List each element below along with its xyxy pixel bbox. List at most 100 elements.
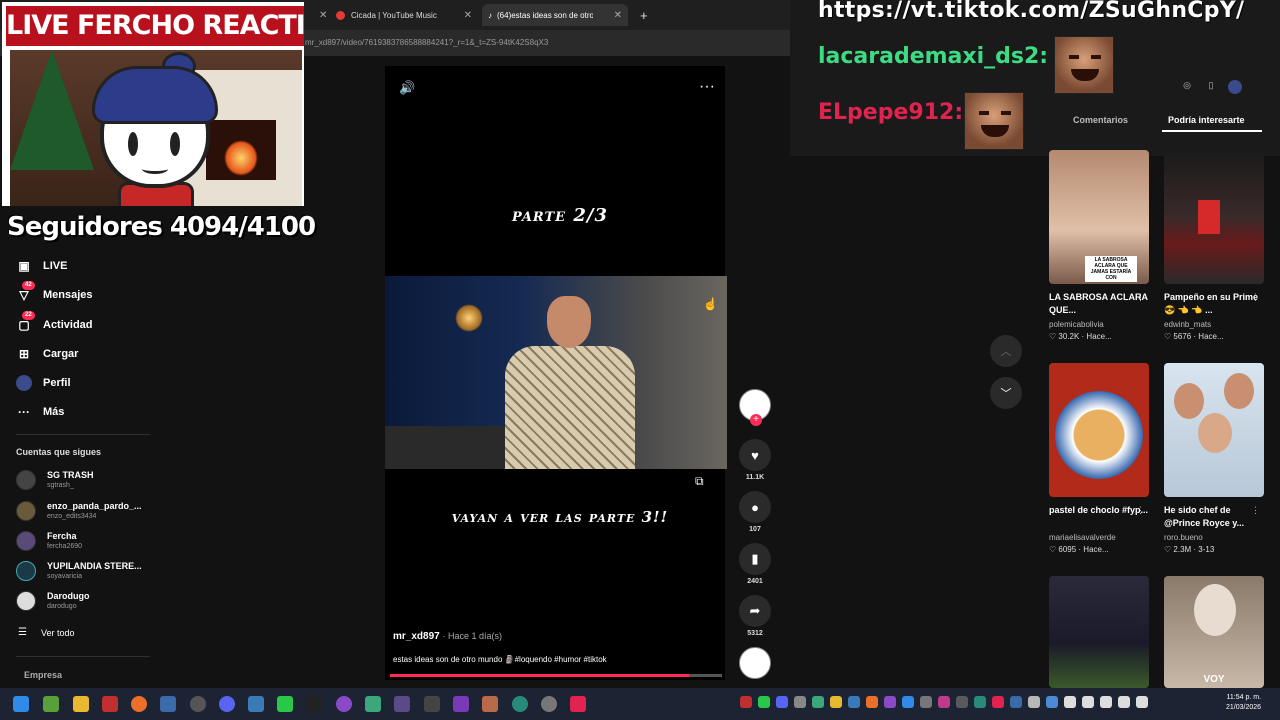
video-thumbnail[interactable]: VOY — [1164, 576, 1264, 688]
app-icon[interactable] — [424, 696, 440, 712]
more-options-icon[interactable]: ⋮ — [1251, 292, 1260, 303]
account-name: Darodugo — [47, 591, 90, 601]
app-icon[interactable] — [365, 696, 381, 712]
taskbar-clock[interactable]: 11:54 p. m. 21/03/2026 — [1226, 693, 1261, 713]
app-icon[interactable] — [512, 696, 528, 712]
sidebar-item-upload[interactable]: ⊞ Cargar — [16, 346, 79, 362]
video-author[interactable]: mr_xd897 · Hace 1 día(s) — [393, 631, 502, 642]
sidebar-item-messages[interactable]: ▽ 42 Mensajes — [16, 281, 93, 303]
video-progress-bar[interactable] — [390, 674, 722, 677]
app-icon[interactable] — [277, 696, 293, 712]
next-video-button[interactable]: ﹀ — [990, 377, 1022, 409]
tray-icon[interactable] — [812, 696, 824, 708]
following-account[interactable]: SG TRASH sgtrash_ — [16, 470, 94, 490]
sidebar-item-activity[interactable]: ▢ 22 Actividad — [16, 311, 93, 333]
file-explorer-icon[interactable] — [73, 696, 89, 712]
tray-icon[interactable] — [848, 696, 860, 708]
comment-button[interactable]: ● 107 — [738, 491, 772, 533]
close-tab-icon[interactable]: ✕ — [614, 10, 622, 21]
network-icon[interactable] — [1118, 696, 1130, 708]
tray-icon[interactable] — [956, 696, 968, 708]
tab-comments[interactable]: Comentarios — [1073, 115, 1128, 125]
tab-youtube-music[interactable]: Cicada | YouTube Music ✕ — [330, 4, 478, 26]
company-link[interactable]: Empresa — [24, 670, 62, 680]
volume-icon[interactable]: 🔊 — [399, 80, 415, 96]
recommended-video-card[interactable]: VOY — [1164, 576, 1264, 688]
tray-icon[interactable] — [758, 696, 770, 708]
app-icon[interactable] — [160, 696, 176, 712]
tray-icon[interactable] — [776, 696, 788, 708]
close-tab-icon[interactable]: ✕ — [319, 10, 327, 21]
following-account[interactable]: Fercha fercha2690 — [16, 531, 82, 551]
follow-plus-icon[interactable]: + — [750, 414, 762, 426]
more-options-icon[interactable]: ⋮ — [1136, 505, 1145, 516]
tray-icon[interactable] — [884, 696, 896, 708]
tray-icon[interactable] — [920, 696, 932, 708]
tab-tiktok-video[interactable]: ♪ (64)estas ideas son de otro ✕ — [482, 4, 628, 26]
app-icon[interactable] — [453, 696, 469, 712]
more-options-icon[interactable]: ··· — [699, 78, 715, 96]
following-account[interactable]: Darodugo darodugo — [16, 591, 90, 611]
save-button[interactable]: ▮ 2401 — [738, 543, 772, 585]
bluetooth-icon[interactable] — [1046, 696, 1058, 708]
profile-avatar-icon[interactable] — [1228, 80, 1242, 94]
previous-video-button[interactable]: ︿ — [990, 335, 1022, 367]
tray-icon[interactable] — [1028, 696, 1040, 708]
app-icon[interactable] — [43, 696, 59, 712]
tray-icon[interactable] — [866, 696, 878, 708]
sidebar-item-more[interactable]: ··· Más — [16, 404, 64, 420]
tray-icon[interactable] — [1064, 696, 1076, 708]
tray-icon[interactable] — [830, 696, 842, 708]
recommended-video-card[interactable]: He sido chef de @Prince Royce y... roro.… — [1164, 363, 1264, 554]
settings-icon[interactable] — [541, 696, 557, 712]
recommended-video-card[interactable] — [1049, 576, 1149, 688]
tray-icon[interactable] — [740, 696, 752, 708]
more-options-icon[interactable]: ⋮ — [1136, 292, 1145, 303]
app-icon[interactable] — [248, 696, 264, 712]
sidebar-item-profile[interactable]: Perfil — [16, 375, 71, 391]
tray-icon[interactable] — [794, 696, 806, 708]
app-icon[interactable] — [570, 696, 586, 712]
video-thumbnail[interactable]: LA SABROSA ACLARA QUE JAMAS ESTARÍA CON — [1049, 150, 1149, 284]
share-button[interactable]: ➦ 5312 — [738, 595, 772, 637]
url-text[interactable]: mr_xd897/video/7619383786588884241?_r=1&… — [305, 38, 548, 47]
like-button[interactable]: ♥ 11.1K — [738, 439, 772, 481]
music-disc-button[interactable] — [738, 647, 772, 679]
tray-icon[interactable] — [1082, 696, 1094, 708]
close-tab-icon[interactable]: ✕ — [464, 10, 472, 21]
video-thumbnail[interactable] — [1049, 363, 1149, 497]
creator-avatar-button[interactable]: + — [738, 389, 772, 426]
picture-in-picture-icon[interactable]: ⧉ — [695, 474, 704, 489]
video-thumbnail[interactable] — [1164, 363, 1264, 497]
following-account[interactable]: YUPILANDIA STERE... soyavaricia — [16, 561, 142, 581]
tab-you-may-like[interactable]: Podría interesarte — [1168, 115, 1245, 125]
tray-icon[interactable] — [992, 696, 1004, 708]
app-icon[interactable] — [190, 696, 206, 712]
app-icon[interactable] — [306, 696, 322, 712]
windows-start-icon[interactable] — [13, 696, 29, 712]
device-icon[interactable]: ▯ — [1204, 80, 1218, 94]
video-thumbnail[interactable] — [1049, 576, 1149, 688]
recommended-video-card[interactable]: Pampeño en su Prime 😎 👈 👈 ... edwinb_mat… — [1164, 150, 1264, 341]
app-icon[interactable] — [394, 696, 410, 712]
new-tab-button[interactable]: + — [634, 4, 654, 26]
recommended-video-card[interactable]: pastel de choclo #fyp... mariaelisavalve… — [1049, 363, 1149, 554]
app-icon[interactable] — [336, 696, 352, 712]
following-account[interactable]: enzo_panda_pardo_... enzo_edits3434 — [16, 501, 142, 521]
firefox-icon[interactable] — [131, 696, 147, 712]
sidebar-item-live[interactable]: ▣ LIVE — [16, 258, 67, 274]
app-icon[interactable] — [482, 696, 498, 712]
compass-icon[interactable]: ◎ — [1180, 80, 1194, 94]
more-options-icon[interactable]: ⋮ — [1251, 505, 1260, 516]
tray-icon[interactable] — [938, 696, 950, 708]
see-all-link[interactable]: ☰ Ver todo — [18, 627, 75, 638]
tray-icon[interactable] — [1010, 696, 1022, 708]
tray-icon[interactable] — [902, 696, 914, 708]
microphone-icon[interactable] — [1100, 696, 1112, 708]
video-thumbnail[interactable] — [1164, 150, 1264, 284]
app-icon[interactable] — [102, 696, 118, 712]
discord-icon[interactable] — [219, 696, 235, 712]
volume-icon[interactable] — [1136, 696, 1148, 708]
tray-icon[interactable] — [974, 696, 986, 708]
recommended-video-card[interactable]: LA SABROSA ACLARA QUE JAMAS ESTARÍA CON … — [1049, 150, 1149, 341]
